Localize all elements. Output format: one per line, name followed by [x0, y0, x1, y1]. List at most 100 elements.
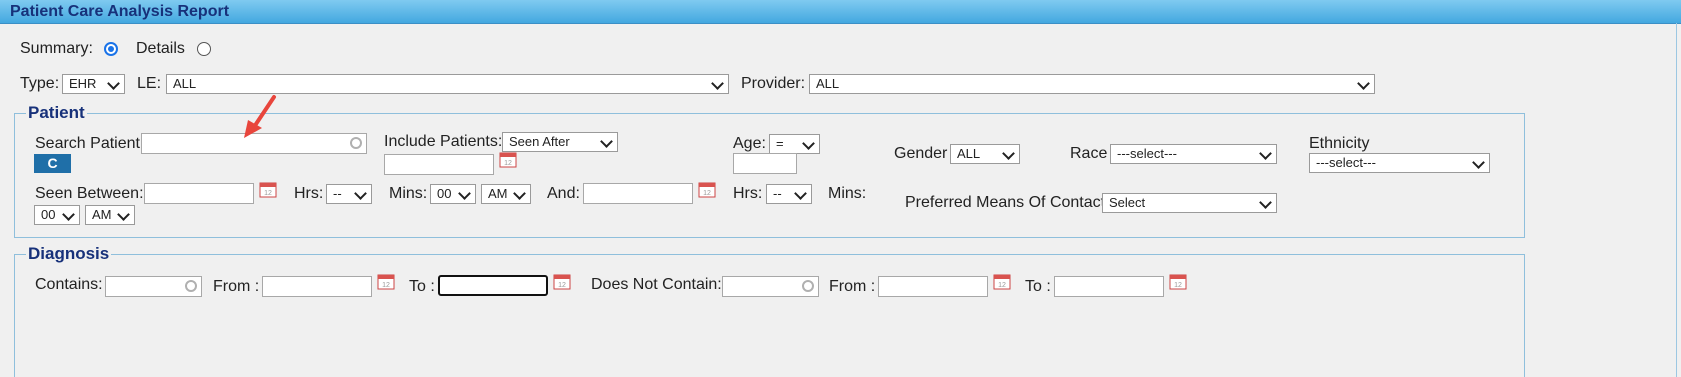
- chevron-down-icon: [1259, 196, 1272, 209]
- svg-text:12: 12: [703, 190, 711, 197]
- seen-between-label: Seen Between:: [35, 185, 144, 202]
- age-label: Age:: [733, 135, 766, 152]
- preferred-contact-value: Select: [1109, 195, 1146, 210]
- provider-select[interactable]: ALL: [809, 74, 1375, 94]
- chevron-down-icon: [802, 137, 815, 150]
- chevron-down-icon: [458, 187, 471, 200]
- svg-text:12: 12: [264, 190, 272, 197]
- ampm-select[interactable]: AM: [481, 184, 531, 204]
- seen-between-to-input[interactable]: [583, 183, 693, 204]
- race-label: Race: [1070, 145, 1108, 162]
- svg-text:12: 12: [504, 160, 512, 167]
- calendar-icon[interactable]: 12: [499, 151, 517, 168]
- race-select-value: ---select---: [1117, 146, 1177, 161]
- calendar-icon[interactable]: 12: [259, 181, 277, 198]
- ethnicity-label: Ethnicity: [1309, 135, 1370, 152]
- panel-right-border: [1676, 23, 1677, 377]
- age-operator-value: =: [776, 136, 784, 151]
- from-label: From :: [213, 278, 260, 295]
- contains-label: Contains:: [35, 276, 103, 293]
- ampm-select-value: AM: [488, 186, 508, 201]
- summary-label: Summary:: [20, 40, 93, 57]
- preferred-contact-select[interactable]: Select: [1102, 193, 1277, 213]
- provider-label: Provider:: [741, 75, 806, 92]
- report-title-bar: Patient Care Analysis Report: [0, 0, 1681, 24]
- provider-select-value: ALL: [816, 76, 840, 91]
- chevron-down-icon: [711, 77, 724, 90]
- hrs-select[interactable]: --: [326, 184, 372, 204]
- diagnosis-fieldset: [14, 254, 1525, 377]
- ampm2-select[interactable]: AM: [85, 205, 135, 225]
- does-not-contain-label: Does Not Contain:: [591, 276, 722, 293]
- type-select-value: EHR: [69, 76, 97, 91]
- chevron-down-icon: [1002, 147, 1015, 160]
- details-label: Details: [136, 40, 185, 57]
- and-label: And:: [547, 185, 580, 202]
- diagnosis-legend: Diagnosis: [26, 244, 112, 264]
- calendar-icon[interactable]: 12: [377, 273, 395, 290]
- does-not-contain-input[interactable]: [722, 276, 819, 297]
- summary-radio[interactable]: [104, 42, 118, 56]
- mins-label: Mins:: [389, 185, 428, 202]
- include-patients-select[interactable]: Seen After: [502, 132, 618, 152]
- le-select-value: ALL: [173, 76, 197, 91]
- to2-date-input[interactable]: [1054, 276, 1164, 297]
- race-select[interactable]: ---select---: [1110, 144, 1277, 164]
- mins2-label: Mins:: [828, 185, 867, 202]
- chevron-down-icon: [62, 208, 75, 221]
- from2-label: From :: [829, 278, 876, 295]
- svg-text:12: 12: [998, 282, 1006, 289]
- clear-button[interactable]: C: [34, 154, 71, 173]
- gender-select[interactable]: ALL: [950, 144, 1020, 164]
- age-input[interactable]: [733, 153, 797, 174]
- mins2-select[interactable]: 00: [34, 205, 80, 225]
- hrs2-label: Hrs:: [733, 185, 763, 202]
- mins-select[interactable]: 00: [430, 184, 476, 204]
- details-radio[interactable]: [197, 42, 211, 56]
- from-date-input[interactable]: [262, 276, 372, 297]
- chevron-down-icon: [1259, 147, 1272, 160]
- seen-between-from-input[interactable]: [144, 183, 254, 204]
- chevron-down-icon: [513, 187, 526, 200]
- include-patients-date-input[interactable]: [384, 154, 494, 175]
- ethnicity-select[interactable]: ---select---: [1309, 153, 1490, 173]
- ethnicity-select-value: ---select---: [1316, 155, 1376, 170]
- hrs2-select[interactable]: --: [766, 184, 812, 204]
- to2-label: To :: [1025, 278, 1051, 295]
- le-label: LE:: [137, 75, 162, 92]
- chevron-down-icon: [117, 208, 130, 221]
- chevron-down-icon: [600, 135, 613, 148]
- from2-date-input[interactable]: [878, 276, 988, 297]
- svg-text:12: 12: [382, 282, 390, 289]
- report-title: Patient Care Analysis Report: [10, 3, 230, 20]
- age-operator-select[interactable]: =: [769, 134, 820, 154]
- calendar-icon[interactable]: 12: [1169, 273, 1187, 290]
- search-patient-label: Search Patient: [35, 135, 140, 152]
- search-icon[interactable]: [185, 280, 197, 292]
- chevron-down-icon: [1472, 156, 1485, 169]
- mins2-select-value: 00: [41, 207, 56, 222]
- calendar-icon[interactable]: 12: [993, 273, 1011, 290]
- calendar-icon[interactable]: 12: [698, 181, 716, 198]
- type-select[interactable]: EHR: [62, 74, 125, 94]
- hrs2-select-value: --: [773, 186, 782, 201]
- search-icon[interactable]: [802, 280, 814, 292]
- le-select[interactable]: ALL: [166, 74, 729, 94]
- include-patients-label: Include Patients:: [384, 133, 503, 150]
- to-label: To :: [409, 278, 435, 295]
- svg-text:12: 12: [558, 282, 566, 289]
- include-patients-value: Seen After: [509, 134, 570, 149]
- chevron-down-icon: [794, 187, 807, 200]
- search-icon[interactable]: [350, 137, 362, 149]
- to-date-input[interactable]: [438, 275, 548, 296]
- calendar-icon[interactable]: 12: [553, 273, 571, 290]
- mins-select-value: 00: [437, 186, 452, 201]
- svg-text:12: 12: [1174, 282, 1182, 289]
- chevron-down-icon: [107, 77, 120, 90]
- hrs-select-value: --: [333, 186, 342, 201]
- contains-input[interactable]: [105, 276, 202, 297]
- preferred-contact-label: Preferred Means Of Contact: [905, 194, 1106, 211]
- type-label: Type:: [20, 75, 60, 92]
- ampm2-select-value: AM: [92, 207, 112, 222]
- gender-select-value: ALL: [957, 146, 981, 161]
